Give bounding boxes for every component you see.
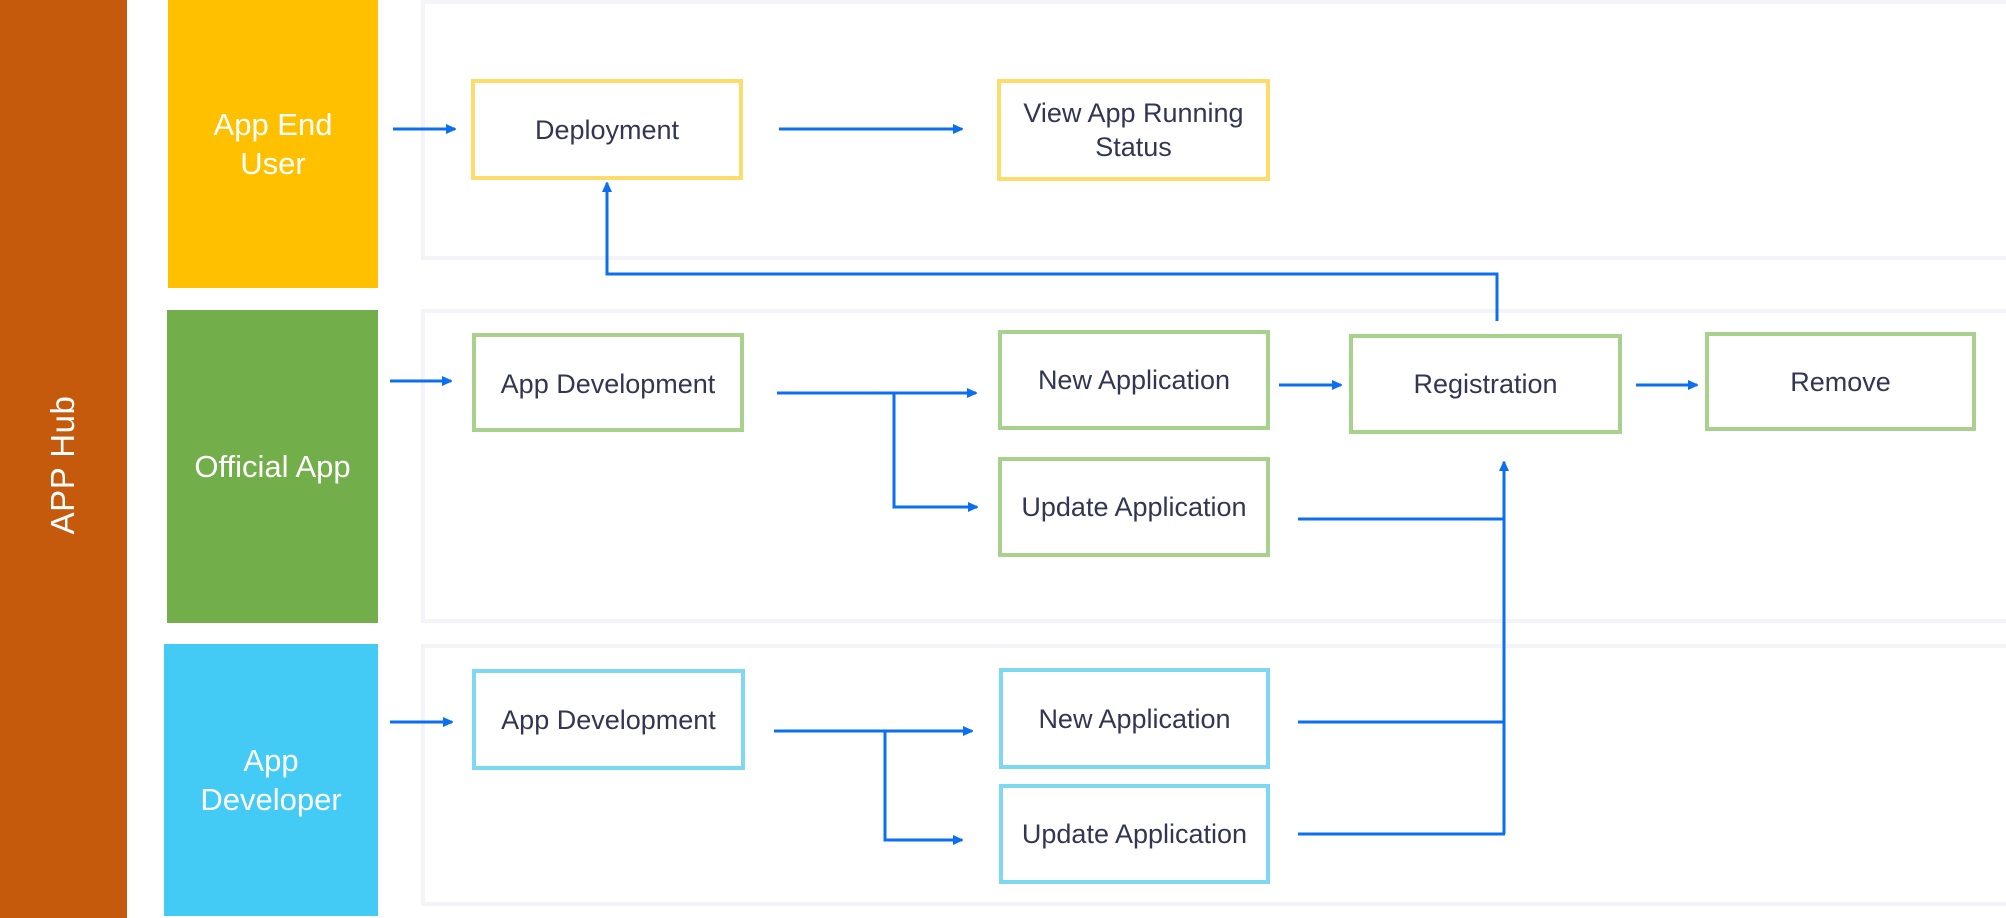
node-remove[interactable]: Remove	[1705, 332, 1976, 431]
node-label: App Development	[501, 704, 716, 735]
lane-official-app: Official App	[167, 310, 378, 623]
node-dev-app-development[interactable]: App Development	[472, 669, 745, 770]
lane-label: App Developer	[200, 743, 342, 817]
node-registration[interactable]: Registration	[1349, 334, 1622, 434]
node-label: View App Running Status	[1023, 98, 1244, 162]
node-view-app-running-status[interactable]: View App Running Status	[997, 79, 1270, 181]
node-label: Deployment	[534, 114, 680, 145]
node-label: New Application	[1038, 703, 1231, 734]
node-label: Registration	[1413, 369, 1558, 399]
node-dev-update-application[interactable]: Update Application	[999, 784, 1270, 884]
lane-label: Official App	[194, 449, 351, 484]
lane-app-developer: App Developer	[164, 644, 378, 916]
node-label: App Development	[500, 369, 716, 399]
node-label: Update Application	[1021, 492, 1247, 522]
app-hub-label: APP Hub	[44, 395, 81, 535]
node-dev-new-application[interactable]: New Application	[999, 668, 1270, 769]
node-label: Update Application	[1021, 819, 1248, 849]
node-official-app-development[interactable]: App Development	[472, 333, 744, 432]
node-label: Remove	[1790, 366, 1891, 397]
node-official-new-application[interactable]: New Application	[998, 330, 1270, 430]
node-deployment[interactable]: Deployment	[471, 79, 743, 180]
lane-label: App End User	[213, 107, 333, 181]
lane-app-end-user: App End User	[168, 0, 378, 288]
node-label: New Application	[1037, 365, 1231, 395]
node-official-update-application[interactable]: Update Application	[998, 457, 1270, 557]
